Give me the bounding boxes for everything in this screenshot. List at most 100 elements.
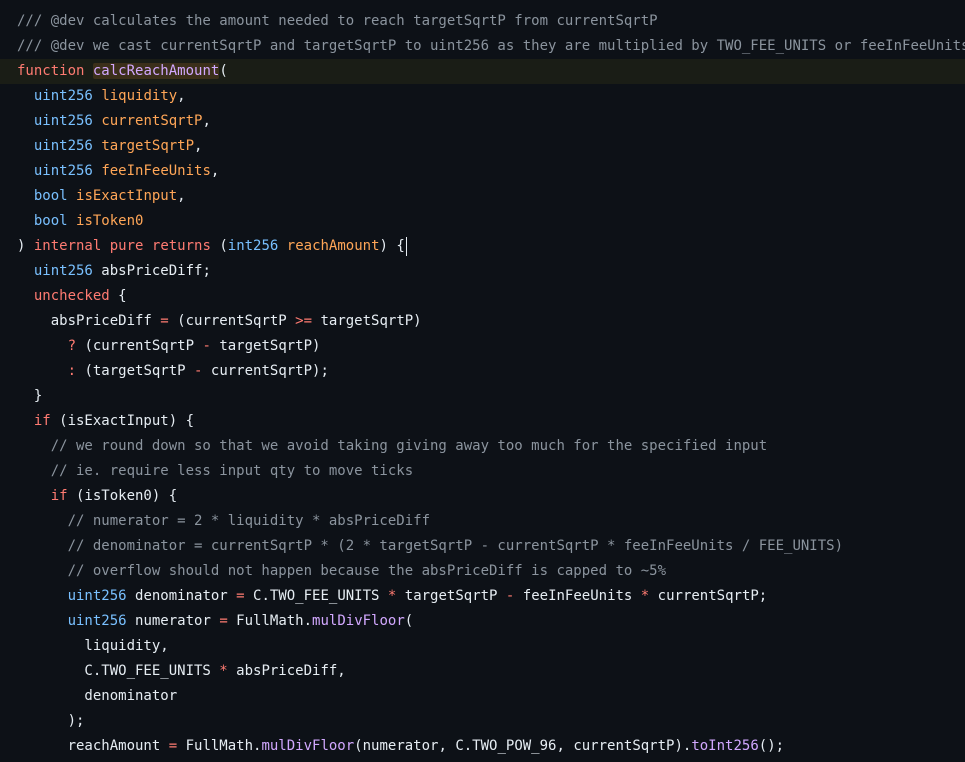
code-line[interactable]: uint256 currentSqrtP, xyxy=(0,109,965,134)
code-token: uint256 xyxy=(33,263,93,279)
code-token: (isExactInput) { xyxy=(50,413,195,429)
code-token: mulDivFloor xyxy=(261,738,355,754)
code-line[interactable]: // overflow should not happen because th… xyxy=(0,559,965,584)
code-line[interactable]: reachAmount = FullMath.mulDivFloor(numer… xyxy=(0,734,965,759)
code-token: , xyxy=(177,88,186,104)
code-line[interactable]: : (targetSqrtP - currentSqrtP); xyxy=(0,359,965,384)
code-token: (isToken0) { xyxy=(67,488,178,504)
code-line[interactable]: bool isToken0 xyxy=(0,209,965,234)
code-comment: /// @dev we cast currentSqrtP and target… xyxy=(17,38,965,54)
code-comment: // we round down so that we avoid taking… xyxy=(17,438,768,454)
code-token: ) { xyxy=(379,238,405,254)
code-token: ); xyxy=(17,713,85,729)
code-line[interactable]: ? (currentSqrtP - targetSqrtP) xyxy=(0,334,965,359)
code-comment: // overflow should not happen because th… xyxy=(17,563,667,579)
code-token: >= xyxy=(295,313,313,329)
code-token: currentSqrtP xyxy=(101,113,203,129)
code-token: denominator xyxy=(126,588,237,604)
code-token: = xyxy=(236,588,245,604)
code-comment: // numerator = 2 * liquidity * absPriceD… xyxy=(17,513,431,529)
code-token: ) xyxy=(17,238,34,254)
code-token: pure xyxy=(109,238,144,254)
code-token: toInt256 xyxy=(691,738,759,754)
code-line[interactable]: uint256 feeInFeeUnits, xyxy=(0,159,965,184)
code-token: } xyxy=(17,388,43,404)
code-line[interactable]: denominator xyxy=(0,684,965,709)
code-token: (targetSqrtP xyxy=(76,363,195,379)
code-token: bool xyxy=(33,213,68,229)
code-token: reachAmount xyxy=(17,738,169,754)
code-line[interactable]: // ie. require less input qty to move ti… xyxy=(0,459,965,484)
code-token: feeInFeeUnits xyxy=(101,163,211,179)
code-token: returns xyxy=(151,238,211,254)
code-token: liquidity xyxy=(101,88,178,104)
code-token: bool xyxy=(33,188,68,204)
code-line[interactable]: ) internal pure returns (int256 reachAmo… xyxy=(0,234,965,259)
code-line[interactable]: if (isExactInput) { xyxy=(0,409,965,434)
code-token: = xyxy=(168,738,178,754)
code-token: , xyxy=(210,163,220,179)
code-line[interactable]: liquidity, xyxy=(0,634,965,659)
code-editor[interactable]: /// @dev calculates the amount needed to… xyxy=(0,9,965,759)
code-line[interactable]: C.TWO_FEE_UNITS * absPriceDiff, xyxy=(0,659,965,684)
code-line[interactable]: uint256 denominator = C.TWO_FEE_UNITS * … xyxy=(0,584,965,609)
code-line[interactable]: uint256 numerator = FullMath.mulDivFloor… xyxy=(0,609,965,634)
code-line[interactable]: unchecked { xyxy=(0,284,965,309)
code-line[interactable]: /// @dev calculates the amount needed to… xyxy=(0,9,965,34)
code-token: targetSqrtP) xyxy=(210,338,321,354)
code-token: internal xyxy=(33,238,102,254)
code-comment: /// @dev calculates the amount needed to… xyxy=(17,13,658,29)
code-token: (numerator, C.TWO_POW_96, currentSqrtP). xyxy=(354,738,692,754)
code-line[interactable]: // denominator = currentSqrtP * (2 * tar… xyxy=(0,534,965,559)
code-line[interactable]: uint256 liquidity, xyxy=(0,84,965,109)
code-line[interactable]: /// @dev we cast currentSqrtP and target… xyxy=(0,34,965,59)
code-token: isToken0 xyxy=(76,213,144,229)
code-token: ( xyxy=(219,63,228,79)
code-token: uint256 xyxy=(33,138,93,154)
code-token: if xyxy=(50,488,68,504)
code-line[interactable]: ); xyxy=(0,709,965,734)
text-cursor xyxy=(405,236,407,256)
code-comment: // denominator = currentSqrtP * (2 * tar… xyxy=(17,538,844,554)
code-token: unchecked xyxy=(33,288,110,304)
code-token: = xyxy=(219,613,228,629)
code-token: FullMath. xyxy=(177,738,262,754)
code-line[interactable]: // numerator = 2 * liquidity * absPriceD… xyxy=(0,509,965,534)
code-token: * xyxy=(219,663,228,679)
code-token: int256 xyxy=(227,238,279,254)
code-line[interactable]: if (isToken0) { xyxy=(0,484,965,509)
code-token: isExactInput xyxy=(76,188,178,204)
code-line[interactable]: uint256 absPriceDiff; xyxy=(0,259,965,284)
code-line[interactable]: bool isExactInput, xyxy=(0,184,965,209)
code-token: currentSqrtP); xyxy=(202,363,329,379)
code-token: C.TWO_FEE_UNITS xyxy=(244,588,388,604)
code-line[interactable]: function calcReachAmount( xyxy=(0,59,965,84)
code-token: uint256 xyxy=(33,88,93,104)
code-line[interactable]: } xyxy=(0,384,965,409)
code-token: liquidity, xyxy=(17,638,169,654)
code-line[interactable]: // we round down so that we avoid taking… xyxy=(0,434,965,459)
code-token: , xyxy=(194,138,203,154)
code-token: absPriceDiff, xyxy=(227,663,346,679)
code-token: ( xyxy=(404,613,414,629)
code-token: uint256 xyxy=(67,588,127,604)
code-token: (); xyxy=(758,738,785,754)
code-token: ? xyxy=(67,338,77,354)
code-token: C.TWO_FEE_UNITS xyxy=(17,663,220,679)
code-token: absPriceDiff xyxy=(17,313,161,329)
code-line[interactable]: uint256 targetSqrtP, xyxy=(0,134,965,159)
code-token: absPriceDiff; xyxy=(92,263,211,279)
code-line[interactable]: absPriceDiff = (currentSqrtP >= targetSq… xyxy=(0,309,965,334)
